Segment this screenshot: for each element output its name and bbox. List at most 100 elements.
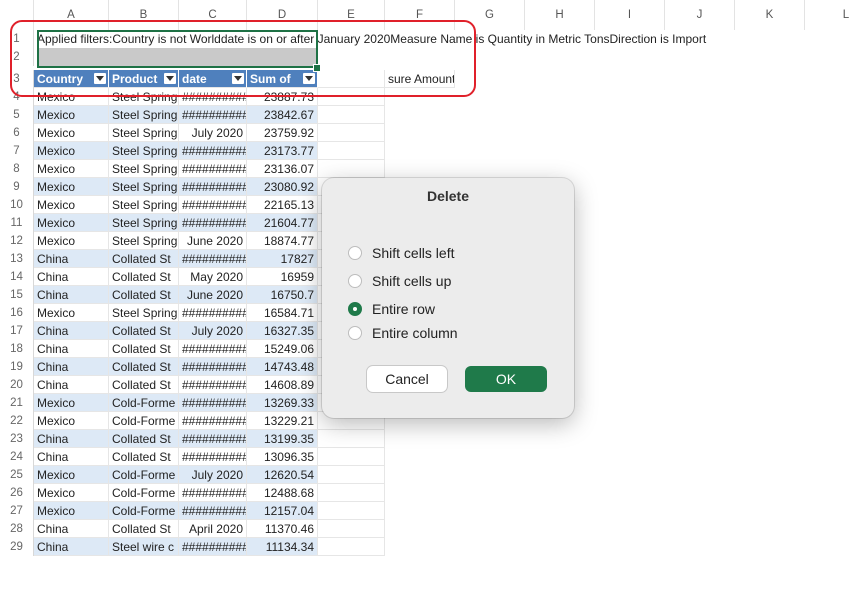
cell-sum[interactable]: 18874.77 xyxy=(247,232,318,250)
table-row[interactable]: 25 Mexico Cold-Forme July 2020 12620.54 xyxy=(0,466,385,484)
row-number[interactable]: 25 xyxy=(0,466,34,484)
cell-sum[interactable]: 23136.07 xyxy=(247,160,318,178)
cell-product[interactable]: Collated St xyxy=(109,358,179,376)
row-number[interactable]: 27 xyxy=(0,502,34,520)
cell-sum[interactable]: 16959 xyxy=(247,268,318,286)
option-shift-cells-up[interactable]: Shift cells up xyxy=(348,271,451,291)
cell-product[interactable]: Cold-Forme xyxy=(109,484,179,502)
row-number[interactable]: 21 xyxy=(0,394,34,412)
cell-product[interactable]: Cold-Forme xyxy=(109,502,179,520)
cell-product[interactable]: Collated St xyxy=(109,286,179,304)
cell-date[interactable]: ########## xyxy=(179,484,247,502)
table-row[interactable]: 24 China Collated St ########## 13096.35 xyxy=(0,448,385,466)
cell-country[interactable]: Mexico xyxy=(34,394,109,412)
cell-empty[interactable] xyxy=(318,160,385,178)
cell-empty[interactable] xyxy=(318,430,385,448)
cell-country[interactable]: Mexico xyxy=(34,178,109,196)
cell-country[interactable]: Mexico xyxy=(34,160,109,178)
cell-product[interactable]: Cold-Forme xyxy=(109,466,179,484)
cell-sum[interactable]: 14608.89 xyxy=(247,376,318,394)
cell-product[interactable]: Steel Spring xyxy=(109,178,179,196)
cell-country[interactable]: China xyxy=(34,340,109,358)
column-header-h[interactable]: H xyxy=(525,0,595,30)
cell-date[interactable]: ########## xyxy=(179,502,247,520)
row-number[interactable]: 17 xyxy=(0,322,34,340)
cell-product[interactable]: Steel Spring xyxy=(109,196,179,214)
ok-button[interactable]: OK xyxy=(465,366,547,392)
cell-country[interactable]: Mexico xyxy=(34,304,109,322)
table-row[interactable]: 26 Mexico Cold-Forme ########## 12488.68 xyxy=(0,484,385,502)
cell-empty[interactable] xyxy=(318,484,385,502)
cell-date[interactable]: ########## xyxy=(179,340,247,358)
cell-date[interactable]: ########## xyxy=(179,160,247,178)
cell-empty[interactable] xyxy=(318,124,385,142)
cell-sum[interactable]: 14743.48 xyxy=(247,358,318,376)
row-number[interactable]: 7 xyxy=(0,142,34,160)
cell-country[interactable]: China xyxy=(34,448,109,466)
row-number[interactable]: 9 xyxy=(0,178,34,196)
cell-country[interactable]: Mexico xyxy=(34,484,109,502)
cell-empty[interactable] xyxy=(318,106,385,124)
cell-product[interactable]: Collated St xyxy=(109,520,179,538)
row-number[interactable]: 5 xyxy=(0,106,34,124)
column-header-j[interactable]: J xyxy=(665,0,735,30)
cell-product[interactable]: Steel Spring xyxy=(109,304,179,322)
row-number[interactable]: 12 xyxy=(0,232,34,250)
row-number[interactable]: 24 xyxy=(0,448,34,466)
cell-sum[interactable]: 12620.54 xyxy=(247,466,318,484)
cell-product[interactable]: Steel Spring xyxy=(109,106,179,124)
cell-date[interactable]: ########## xyxy=(179,250,247,268)
cell-sum[interactable]: 12157.04 xyxy=(247,502,318,520)
cell-date[interactable]: ########## xyxy=(179,304,247,322)
cell-product[interactable]: Steel wire c xyxy=(109,538,179,556)
cell-product[interactable]: Collated St xyxy=(109,322,179,340)
column-header-l[interactable]: L xyxy=(805,0,868,30)
cell-sum[interactable]: 23759.92 xyxy=(247,124,318,142)
table-row[interactable]: 28 China Collated St April 2020 11370.46 xyxy=(0,520,385,538)
cell-date[interactable]: ########## xyxy=(179,538,247,556)
cell-product[interactable]: Collated St xyxy=(109,340,179,358)
radio-icon[interactable] xyxy=(348,302,362,316)
cell-product[interactable]: Steel Spring xyxy=(109,160,179,178)
cell-product[interactable]: Steel Spring xyxy=(109,142,179,160)
table-row[interactable]: 29 China Steel wire c ########## 11134.34 xyxy=(0,538,385,556)
cell-product[interactable]: Collated St xyxy=(109,430,179,448)
cell-country[interactable]: Mexico xyxy=(34,502,109,520)
row-number[interactable]: 16 xyxy=(0,304,34,322)
cell-date[interactable]: ########## xyxy=(179,142,247,160)
row-number[interactable]: 11 xyxy=(0,214,34,232)
table-row[interactable]: 7 Mexico Steel Spring ########## 23173.77 xyxy=(0,142,385,160)
cell-product[interactable]: Collated St xyxy=(109,250,179,268)
cancel-button[interactable]: Cancel xyxy=(367,366,447,392)
cell-date[interactable]: May 2020 xyxy=(179,268,247,286)
cell-country[interactable]: Mexico xyxy=(34,196,109,214)
cell-date[interactable]: ########## xyxy=(179,358,247,376)
cell-sum[interactable]: 13269.33 xyxy=(247,394,318,412)
cell-country[interactable]: China xyxy=(34,430,109,448)
cell-date[interactable]: July 2020 xyxy=(179,124,247,142)
row-number[interactable]: 6 xyxy=(0,124,34,142)
cell-empty[interactable] xyxy=(318,448,385,466)
cell-date[interactable]: June 2020 xyxy=(179,286,247,304)
table-row[interactable]: 8 Mexico Steel Spring ########## 23136.07 xyxy=(0,160,385,178)
cell-country[interactable]: China xyxy=(34,268,109,286)
cell-date[interactable]: July 2020 xyxy=(179,322,247,340)
cell-date[interactable]: ########## xyxy=(179,106,247,124)
row-number[interactable]: 15 xyxy=(0,286,34,304)
table-row[interactable]: 6 Mexico Steel Spring July 2020 23759.92 xyxy=(0,124,385,142)
row-number[interactable]: 20 xyxy=(0,376,34,394)
cell-empty[interactable] xyxy=(318,142,385,160)
cell-country[interactable]: China xyxy=(34,358,109,376)
cell-date[interactable]: ########## xyxy=(179,448,247,466)
cell-country[interactable]: China xyxy=(34,250,109,268)
cell-country[interactable]: Mexico xyxy=(34,142,109,160)
radio-icon[interactable] xyxy=(348,326,362,340)
row-number[interactable]: 28 xyxy=(0,520,34,538)
option-entire-column[interactable]: Entire column xyxy=(348,323,458,343)
cell-date[interactable]: ########## xyxy=(179,412,247,430)
cell-country[interactable]: China xyxy=(34,376,109,394)
row-number[interactable]: 22 xyxy=(0,412,34,430)
cell-empty[interactable] xyxy=(318,466,385,484)
cell-empty[interactable] xyxy=(318,520,385,538)
radio-icon[interactable] xyxy=(348,274,362,288)
